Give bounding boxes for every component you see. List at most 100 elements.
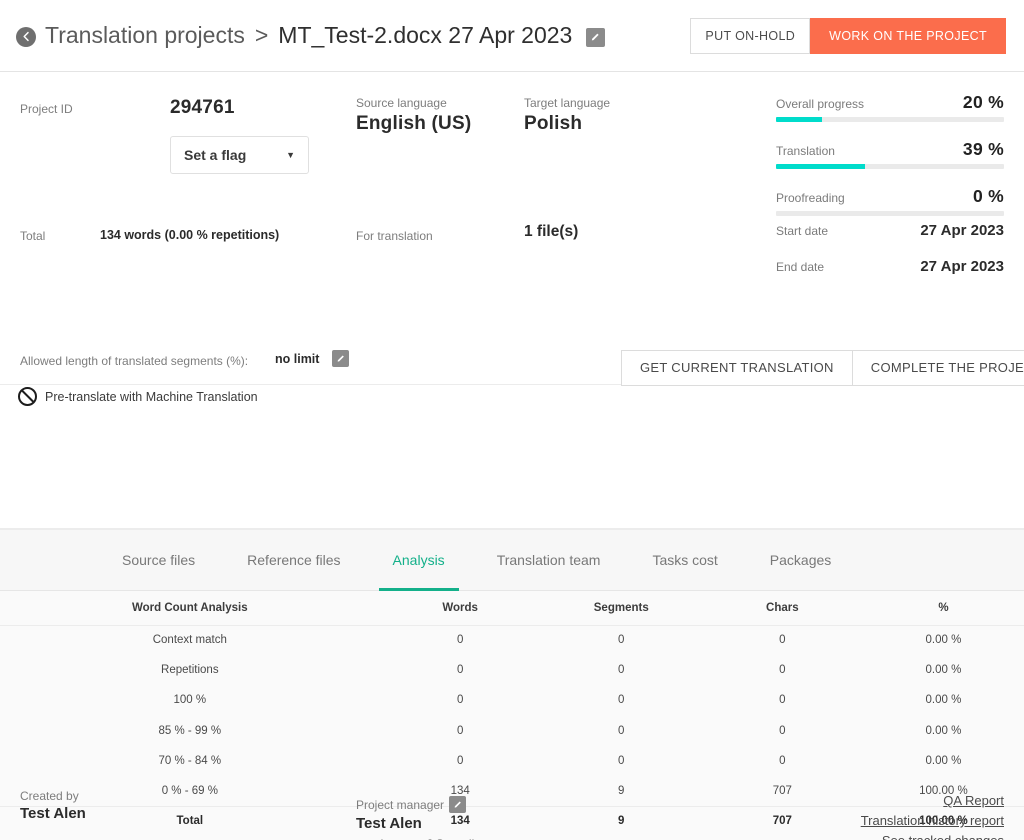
set-a-flag-dropdown[interactable]: Set a flag ▼ xyxy=(170,136,309,174)
table-row: 85 % - 99 % 0 0 0 0.00 % xyxy=(0,716,1024,746)
breadcrumb-separator: > xyxy=(254,22,269,48)
tab-tasks-cost[interactable]: Tasks cost xyxy=(626,530,743,590)
column-header-percent: % xyxy=(938,601,949,614)
project-action-buttons: GET CURRENT TRANSLATION COMPLETE THE PRO… xyxy=(621,350,1024,386)
total-label: Total xyxy=(20,229,46,243)
target-language-label: Target language xyxy=(524,96,611,110)
allowed-length-label: Allowed length of translated segments (%… xyxy=(20,354,249,368)
cell-words: 0 xyxy=(456,724,464,737)
tab-reference-files[interactable]: Reference files xyxy=(221,530,366,590)
table-row: 70 % - 84 % 0 0 0 0.00 % xyxy=(0,746,1024,776)
progress-track xyxy=(776,117,1004,122)
total-words-value-wrap: 134 words (0.00 % repetitions) xyxy=(100,226,279,244)
edit-project-manager-pencil-icon[interactable] xyxy=(449,796,467,813)
project-id-field: Project ID xyxy=(20,100,73,118)
cell-percent: 0.00 % xyxy=(925,694,962,707)
progress-fill xyxy=(776,117,822,122)
tab-translation-team[interactable]: Translation team xyxy=(471,530,627,590)
target-language-field: Target language Polish xyxy=(524,96,610,135)
cell-segments: 0 xyxy=(618,664,625,677)
created-by-label: Created by xyxy=(20,789,79,803)
source-language-label: Source language xyxy=(356,96,447,110)
cell-label: 100 % xyxy=(173,694,207,707)
table-row: 100 % 0 0 0 0.00 % xyxy=(0,685,1024,715)
progress-label: Overall progress xyxy=(776,97,865,111)
for-translation-label: For translation xyxy=(356,229,433,243)
report-links: QA Report Translation history report See… xyxy=(838,793,1004,840)
put-on-hold-button[interactable]: PUT ON-HOLD xyxy=(690,17,811,54)
cell-chars: 0 xyxy=(779,754,786,767)
cell-label: 85 % - 99 % xyxy=(158,724,222,737)
cell-segments: 9 xyxy=(618,815,625,828)
end-date-label: End date xyxy=(776,260,825,274)
cell-words: 0 xyxy=(456,694,464,707)
back-arrow-icon[interactable] xyxy=(16,26,36,47)
link-translation-history-report[interactable]: Translation history report xyxy=(838,813,1004,828)
start-date-value: 27 Apr 2023 xyxy=(920,222,1004,239)
set-a-flag-value: Set a flag xyxy=(184,147,247,163)
allowed-length-label-wrap: Allowed length of translated segments (%… xyxy=(20,352,248,370)
project-manager-field: Project manager Test Alen alntestreg3@gm… xyxy=(356,796,500,840)
progress-value: 20 % xyxy=(962,92,1004,112)
source-language-field: Source language English (US) xyxy=(356,96,471,135)
cell-segments: 0 xyxy=(618,754,625,767)
progress-value: 0 % xyxy=(972,186,1004,206)
table-head: Word Count Analysis Words Segments Chars… xyxy=(0,591,1024,625)
progress-item-overall: Overall progress 20 % xyxy=(776,92,1004,122)
get-current-translation-button[interactable]: GET CURRENT TRANSLATION xyxy=(621,350,853,386)
edit-allowed-length-pencil-icon[interactable] xyxy=(332,350,350,367)
column-header-segments: Segments xyxy=(593,601,649,614)
progress-item-proofreading: Proofreading 0 % xyxy=(776,186,1004,216)
breadcrumb-current-project: MT_Test-2.docx 27 Apr 2023 xyxy=(278,22,573,48)
work-on-the-project-button[interactable]: WORK ON THE PROJECT xyxy=(810,17,1006,54)
column-header-words: Words xyxy=(442,601,478,614)
progress-label: Proofreading xyxy=(776,191,845,205)
total-words-label-wrap: Total xyxy=(20,227,45,245)
cell-words: 0 xyxy=(456,754,464,767)
link-see-tracked-changes[interactable]: See tracked changes xyxy=(838,833,1004,840)
cell-chars: 0 xyxy=(779,724,786,737)
complete-the-project-button[interactable]: COMPLETE THE PROJECT xyxy=(852,350,1024,386)
start-date-row: Start date 27 Apr 2023 xyxy=(776,222,1004,239)
project-id-value-wrap: 294761 Set a flag ▼ xyxy=(170,94,309,174)
cell-percent: 0.00 % xyxy=(925,724,962,737)
start-date-label: Start date xyxy=(776,224,829,238)
link-qa-report[interactable]: QA Report xyxy=(838,793,1004,808)
for-translation-label-wrap: For translation xyxy=(356,227,433,245)
cell-percent: 0.00 % xyxy=(925,634,962,647)
created-by-value: Test Alen xyxy=(20,805,86,822)
project-id-label: Project ID xyxy=(20,102,73,116)
for-translation-value: 1 file(s) xyxy=(524,223,579,240)
table-header-row: Word Count Analysis Words Segments Chars… xyxy=(0,591,1024,625)
target-language-value: Polish xyxy=(524,113,583,134)
for-translation-value-wrap: 1 file(s) xyxy=(524,223,578,241)
cell-chars: 0 xyxy=(779,664,786,677)
end-date-row: End date 27 Apr 2023 xyxy=(776,258,1004,275)
cell-label: Context match xyxy=(152,634,227,647)
source-language-value: English (US) xyxy=(356,113,472,134)
breadcrumb-root-link[interactable]: Translation projects xyxy=(45,22,245,49)
progress-label: Translation xyxy=(776,144,835,158)
cell-percent: 0.00 % xyxy=(925,664,962,677)
progress-track xyxy=(776,211,1004,216)
total-value: 134 words (0.00 % repetitions) xyxy=(100,228,280,242)
column-header-chars: Chars xyxy=(766,601,799,614)
edit-project-name-pencil-icon[interactable] xyxy=(586,28,606,47)
tab-analysis[interactable]: Analysis xyxy=(367,530,471,591)
progress-value: 39 % xyxy=(962,139,1004,159)
cell-chars: 0 xyxy=(779,634,786,647)
project-id-value: 294761 xyxy=(170,97,235,118)
column-header-word-count-analysis: Word Count Analysis xyxy=(131,601,248,614)
project-people-section: Created by Test Alen Project manager Tes… xyxy=(0,385,1024,840)
cell-words: 0 xyxy=(456,634,464,647)
tab-source-files[interactable]: Source files xyxy=(96,530,221,590)
cell-segments: 0 xyxy=(618,694,625,707)
cell-words: 0 xyxy=(456,664,464,677)
cell-percent: 0.00 % xyxy=(925,754,962,767)
page-header: Translation projects > MT_Test-2.docx 27… xyxy=(0,0,1024,72)
table-row: Repetitions 0 0 0 0.00 % xyxy=(0,655,1024,685)
cell-segments: 0 xyxy=(618,724,625,737)
project-details-page: Translation projects > MT_Test-2.docx 27… xyxy=(0,0,1024,840)
cell-chars: 0 xyxy=(779,694,786,707)
tab-packages[interactable]: Packages xyxy=(744,530,857,590)
